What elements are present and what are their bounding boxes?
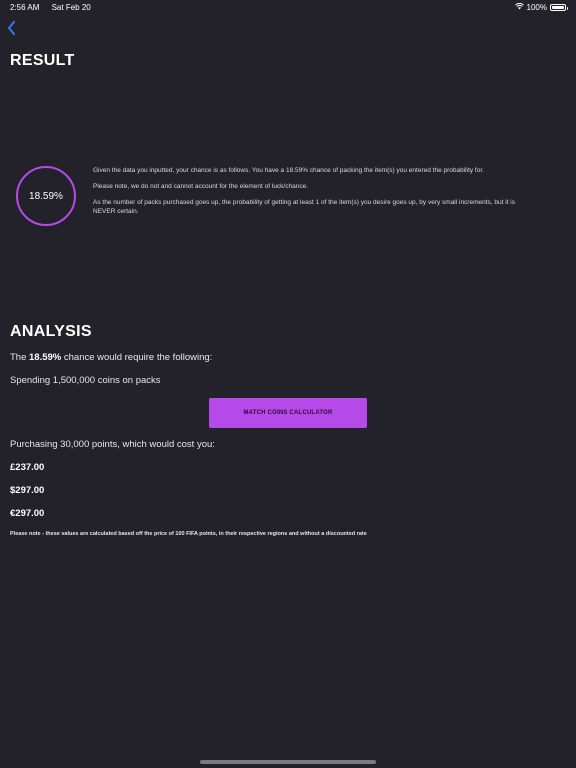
requires-suffix: chance would require the following: bbox=[61, 352, 213, 363]
home-indicator[interactable] bbox=[200, 760, 376, 764]
match-coins-calculator-button[interactable]: MATCH COINS CALCULATOR bbox=[209, 398, 367, 428]
spending-line: Spending 1,500,000 coins on packs bbox=[10, 375, 161, 386]
status-left: 2:56 AM Sat Feb 20 bbox=[10, 3, 101, 12]
requires-line: The 18.59% chance would require the foll… bbox=[10, 352, 212, 363]
chance-ring: 18.59% bbox=[16, 166, 76, 226]
price-gbp: £237.00 bbox=[10, 462, 45, 473]
battery-icon bbox=[550, 4, 568, 11]
price-usd: $297.00 bbox=[10, 485, 45, 496]
requires-prefix: The bbox=[10, 352, 30, 363]
result-paragraph: As the number of packs purchased goes up… bbox=[93, 199, 515, 215]
battery-percent: 100% bbox=[526, 3, 547, 12]
result-explanation: Given the data you inputted, your chance… bbox=[93, 167, 523, 224]
back-button[interactable] bbox=[4, 18, 20, 38]
chance-value: 18.59% bbox=[29, 190, 63, 202]
battery-level bbox=[552, 6, 564, 9]
status-date: Sat Feb 20 bbox=[51, 3, 91, 12]
pricing-disclaimer: Please note - these values are calculate… bbox=[10, 531, 367, 537]
result-title: RESULT bbox=[10, 52, 75, 69]
status-bar: 2:56 AM Sat Feb 20 100% bbox=[0, 0, 576, 14]
price-eur: €297.00 bbox=[10, 508, 45, 519]
chevron-left-icon bbox=[8, 21, 15, 35]
purchasing-line: Purchasing 30,000 points, which would co… bbox=[10, 439, 215, 450]
status-time: 2:56 AM bbox=[10, 3, 40, 12]
status-right: 100% bbox=[514, 2, 568, 12]
analysis-title: ANALYSIS bbox=[10, 323, 92, 340]
wifi-icon bbox=[514, 2, 524, 12]
requires-chance: 18.59% bbox=[29, 352, 62, 363]
result-paragraph: Please note, we do not and cannot accoun… bbox=[93, 183, 309, 190]
result-paragraph: Given the data you inputted, your chance… bbox=[93, 167, 484, 174]
